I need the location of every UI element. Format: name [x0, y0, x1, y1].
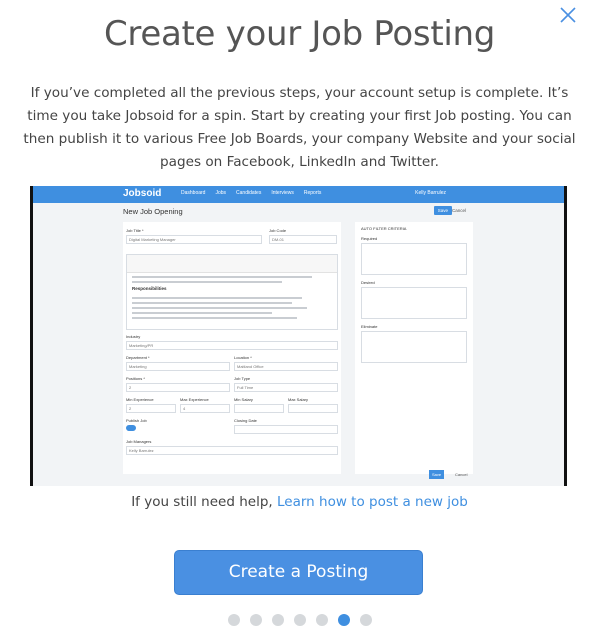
screenshot-nav-dashboard: Dashboard: [181, 190, 206, 196]
field-job-code: DM-01: [269, 235, 337, 244]
screenshot-logo: Jobsoid: [123, 188, 162, 199]
box-desired: [361, 287, 467, 319]
screenshot-page-title: New Job Opening: [123, 207, 183, 216]
label-location: Location *: [234, 355, 252, 360]
help-prefix: If you still need help,: [131, 494, 277, 510]
screenshot-navbar: Jobsoid Dashboard Jobs Candidates Interv…: [33, 186, 564, 203]
field-max-exp: 4: [180, 404, 230, 413]
learn-how-link[interactable]: Learn how to post a new job: [277, 494, 468, 510]
field-job-type: Full Time: [234, 383, 338, 392]
field-max-salary: [288, 404, 338, 413]
job-posting-screenshot: Jobsoid Dashboard Jobs Candidates Interv…: [30, 186, 567, 486]
label-auto-filter: AUTO FILTER CRITERIA: [361, 226, 407, 231]
screenshot-nav-candidates: Candidates: [236, 190, 262, 196]
screenshot-user: Kelly Barrulez: [415, 190, 446, 196]
pager-dot-1[interactable]: [227, 614, 240, 626]
editor-toolbar: [127, 255, 337, 273]
screenshot-nav-links: Dashboard Jobs Candidates Interviews Rep…: [181, 190, 321, 196]
box-required: [361, 243, 467, 275]
field-job-title: Digital Marketing Manager: [126, 235, 262, 244]
screenshot-nav-jobs: Jobs: [215, 190, 227, 196]
field-positions: 2: [126, 383, 230, 392]
intro-text: If you’ve completed all the previous ste…: [23, 85, 576, 170]
screenshot-filter-panel: AUTO FILTER CRITERIA Required Desired El…: [355, 222, 473, 474]
screenshot-cancel-bottom: Cancel: [455, 472, 468, 477]
label-job-type: Job Type: [234, 376, 251, 381]
setup-modal: Create your Job Posting If you’ve comple…: [0, 0, 599, 639]
label-department: Department *: [126, 355, 150, 360]
label-industry: Industry: [126, 334, 141, 339]
field-industry: Marketing/PR: [126, 341, 338, 350]
field-managers: Kelly Barrulez: [126, 446, 338, 455]
modal-title: Create your Job Posting: [103, 14, 496, 54]
label-positions: Positions *: [126, 376, 145, 381]
label-min-salary: Min Salary: [234, 397, 253, 402]
screenshot-save-bottom: Save: [429, 470, 445, 479]
label-required: Required: [361, 236, 378, 241]
screenshot-nav-reports: Reports: [303, 190, 322, 196]
field-min-exp: 2: [126, 404, 176, 413]
label-max-salary: Max Salary: [288, 397, 309, 402]
pager-dot-3[interactable]: [271, 614, 284, 626]
box-eliminate: [361, 331, 467, 363]
screenshot-form: Job Title * Digital Marketing Manager Jo…: [123, 222, 341, 474]
pager-dot-4[interactable]: [293, 614, 306, 626]
field-location: Maitland Office: [234, 362, 338, 371]
label-job-code: Job Code: [269, 228, 287, 233]
pager-dot-6[interactable]: [337, 614, 350, 626]
screenshot-subheader: New Job Opening Save Cancel: [33, 203, 564, 219]
pager-dots: [0, 614, 599, 626]
pager-dot-7[interactable]: [359, 614, 372, 626]
field-department: Marketing: [126, 362, 230, 371]
label-desired: Desired: [361, 280, 375, 285]
pager-dot-5[interactable]: [315, 614, 328, 626]
help-text: If you still need help, Learn how to pos…: [0, 494, 599, 510]
field-min-salary: [234, 404, 284, 413]
screenshot-nav-interviews: Interviews: [271, 190, 294, 196]
publish-toggle: [126, 425, 136, 431]
label-job-title: Job Title *: [126, 228, 144, 233]
label-closing: Closing Date: [234, 418, 257, 423]
label-min-exp: Min Experience: [126, 397, 154, 402]
label-eliminate: Eliminate: [361, 324, 378, 329]
screenshot-cancel: Cancel: [451, 208, 466, 213]
field-closing: [234, 425, 338, 434]
description-editor: Responsibilities: [126, 254, 338, 330]
label-managers: Job Managers: [126, 439, 152, 444]
label-publish: Publish Job: [126, 418, 147, 423]
create-posting-button[interactable]: Create a Posting: [174, 550, 423, 595]
label-max-exp: Max Experience: [180, 397, 209, 402]
pager-dot-2[interactable]: [249, 614, 262, 626]
editor-responsibilities: Responsibilities: [132, 286, 167, 291]
